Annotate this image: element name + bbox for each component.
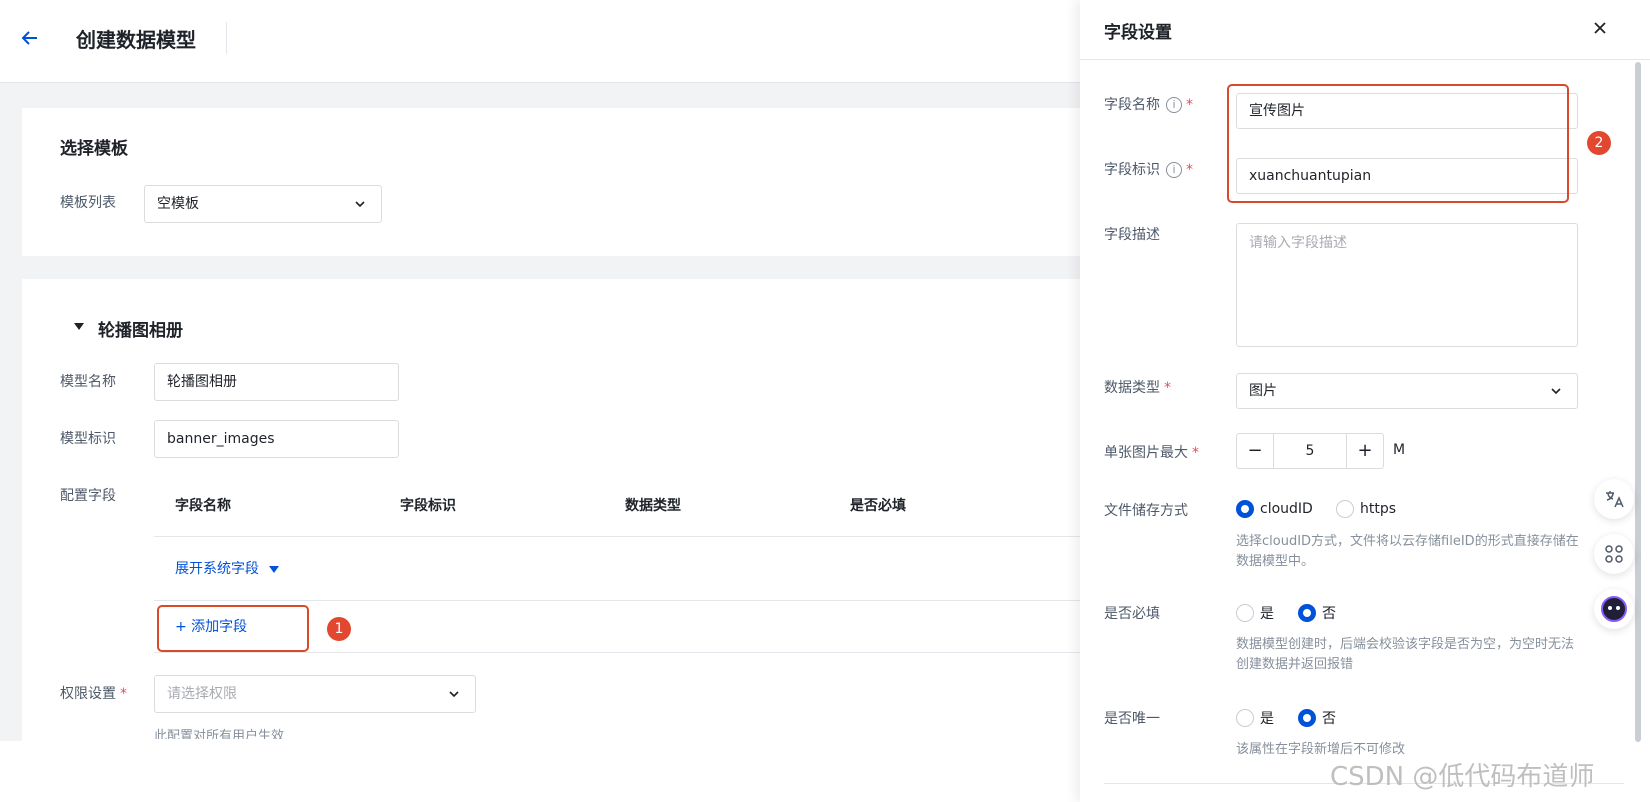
- caret-down-icon: [269, 565, 280, 573]
- highlight-box-1: [157, 605, 309, 652]
- apps-button[interactable]: [1594, 534, 1634, 574]
- highlight-box-2: [1227, 84, 1569, 203]
- permission-select[interactable]: 请选择权限: [154, 675, 476, 713]
- column-header-type: 数据类型: [625, 498, 681, 514]
- field-key-label: 字段标识 i *: [1104, 162, 1193, 178]
- radio-selected-icon: [1236, 500, 1254, 518]
- increment-button[interactable]: +: [1347, 434, 1383, 468]
- column-header-required: 是否必填: [850, 498, 906, 514]
- unique-option-yes[interactable]: 是: [1236, 708, 1274, 728]
- type-select-value: 图片: [1249, 383, 1277, 399]
- radio-selected-icon: [1298, 709, 1316, 727]
- radio-selected-icon: [1298, 604, 1316, 622]
- radio-unselected-icon: [1336, 500, 1354, 518]
- max-size-unit: M: [1393, 442, 1406, 458]
- type-select[interactable]: 图片: [1236, 373, 1578, 409]
- storage-option-cloudid[interactable]: cloudID: [1236, 500, 1313, 518]
- decrement-button[interactable]: −: [1237, 434, 1273, 468]
- model-key-input[interactable]: banner_images: [154, 420, 399, 458]
- type-label: 数据类型 *: [1104, 380, 1171, 396]
- unique-option-no[interactable]: 否: [1298, 708, 1336, 728]
- template-select-value: 空模板: [157, 196, 199, 212]
- title-divider: [226, 22, 227, 54]
- expand-system-fields-link[interactable]: 展开系统字段: [175, 558, 280, 578]
- unique-yes-label: 是: [1260, 711, 1274, 727]
- model-key-label: 模型标识: [60, 431, 116, 447]
- chevron-down-icon: [1551, 388, 1561, 395]
- radio-unselected-icon: [1236, 604, 1254, 622]
- storage-option-cloudid-label: cloudID: [1260, 501, 1313, 517]
- required-no-label: 否: [1322, 606, 1336, 622]
- translate-icon: [1606, 491, 1624, 508]
- chevron-down-icon: [355, 201, 365, 208]
- watermark: CSDN @低代码布道师: [1330, 762, 1595, 792]
- required-option-yes[interactable]: 是: [1236, 603, 1274, 623]
- desc-label: 字段描述: [1104, 227, 1160, 243]
- type-label-text: 数据类型: [1104, 380, 1160, 396]
- max-size-value[interactable]: 5: [1273, 434, 1347, 468]
- page-title: 创建数据模型: [76, 28, 196, 52]
- template-list-label: 模板列表: [60, 195, 116, 211]
- storage-description: 选择cloudID方式，文件将以云存储fileID的形式直接存储在数据模型中。: [1236, 534, 1579, 569]
- required-label: 是否必填: [1104, 606, 1160, 622]
- storage-option-https-label: https: [1360, 501, 1397, 517]
- field-name-label-text: 字段名称: [1104, 97, 1160, 113]
- info-icon[interactable]: i: [1166, 162, 1182, 178]
- panel-title: 字段设置: [1104, 23, 1172, 43]
- assistant-button[interactable]: [1594, 589, 1634, 629]
- max-size-label: 单张图片最大 *: [1104, 445, 1199, 461]
- close-icon[interactable]: [1590, 18, 1610, 38]
- info-icon[interactable]: i: [1166, 97, 1182, 113]
- unique-no-label: 否: [1322, 711, 1336, 727]
- grid-icon: [1605, 545, 1623, 563]
- step-badge-2: 2: [1587, 131, 1611, 155]
- field-settings-panel: 字段设置 字段名称 i * 宣传图片 字段标识 i * xuanchuantupian …: [1080, 0, 1650, 802]
- model-name-label: 模型名称: [60, 374, 116, 390]
- table-divider: [154, 600, 1082, 601]
- permission-placeholder: 请选择权限: [167, 686, 237, 702]
- translate-button[interactable]: [1594, 479, 1634, 519]
- expand-system-fields-label: 展开系统字段: [175, 561, 259, 577]
- desc-textarea[interactable]: 请输入字段描述: [1236, 223, 1578, 347]
- fields-label: 配置字段: [60, 488, 116, 504]
- model-card: 轮播图相册 模型名称 轮播图相册 模型标识 banner_images 配置字段…: [22, 279, 1082, 741]
- permission-label: 权限设置 *: [60, 686, 127, 702]
- max-size-stepper: − 5 +: [1236, 433, 1384, 469]
- step-badge-1: 1: [327, 617, 351, 641]
- panel-scrollbar[interactable]: [1635, 62, 1641, 742]
- template-section-title: 选择模板: [60, 139, 128, 159]
- page-bottom: [0, 741, 1080, 802]
- column-header-key: 字段标识: [400, 498, 456, 514]
- field-key-label-text: 字段标识: [1104, 162, 1160, 178]
- template-card: 选择模板 模板列表 空模板: [22, 108, 1082, 256]
- panel-divider: [1080, 59, 1650, 60]
- arrow-left-icon[interactable]: [20, 28, 40, 48]
- template-select[interactable]: 空模板: [144, 185, 382, 223]
- chevron-down-icon: [449, 691, 459, 698]
- model-name-input[interactable]: 轮播图相册: [154, 363, 399, 401]
- assistant-icon: [1601, 596, 1627, 622]
- storage-label: 文件储存方式: [1104, 503, 1188, 519]
- max-size-label-text: 单张图片最大: [1104, 445, 1188, 461]
- field-name-label: 字段名称 i *: [1104, 97, 1193, 113]
- table-divider: [154, 652, 1082, 653]
- required-yes-label: 是: [1260, 606, 1274, 622]
- table-divider: [154, 536, 1082, 537]
- radio-unselected-icon: [1236, 709, 1254, 727]
- column-header-name: 字段名称: [175, 498, 231, 514]
- permission-hint: 此配置对所有用户生效: [154, 729, 285, 739]
- model-section-title: 轮播图相册: [98, 321, 183, 341]
- required-option-no[interactable]: 否: [1298, 603, 1336, 623]
- required-description: 数据模型创建时，后端会校验该字段是否为空，为空时无法创建数据并返回报错: [1236, 637, 1575, 672]
- storage-option-https[interactable]: https: [1336, 500, 1396, 518]
- unique-label: 是否唯一: [1104, 711, 1160, 727]
- permission-label-text: 权限设置: [60, 686, 116, 702]
- collapse-caret-icon[interactable]: [74, 323, 84, 330]
